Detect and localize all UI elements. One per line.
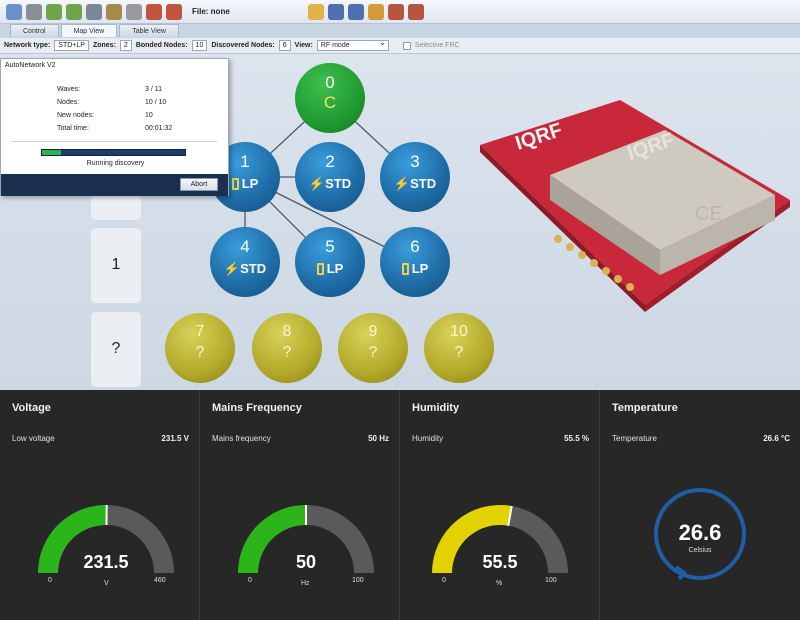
network-node-coordinator[interactable]: 0 C: [295, 63, 365, 133]
node-number: 8: [282, 323, 292, 340]
gauge-max: 100: [545, 577, 557, 584]
gauge-min: 0: [442, 577, 446, 584]
gauge-max: 460: [154, 577, 166, 584]
node-type: ?: [454, 344, 464, 361]
gauge-value: 55.5: [482, 552, 518, 572]
gauge-max: 100: [352, 577, 364, 584]
node-type: ?: [282, 344, 292, 361]
node-number: 0: [325, 73, 335, 92]
dialog-footer: Abort: [1, 174, 228, 196]
network-node[interactable]: 6 LP: [380, 227, 450, 297]
battery-icon: [231, 178, 239, 190]
gauge-unit: Celsius: [688, 547, 712, 554]
ce-mark-icon: CE: [695, 203, 723, 225]
dialog-row-new-nodes: New nodes: 10: [57, 112, 153, 119]
autonetwork-dialog: AutoNetwork V2 Waves: 3 / 11 Nodes: 10 / 1…: [0, 58, 229, 196]
network-node-undiscovered[interactable]: 7 ?: [165, 313, 235, 383]
voltage-gauge: [38, 504, 174, 573]
iqrf-module-image: IQRF IQRF CE: [480, 100, 790, 312]
plug-icon: ⚡: [393, 176, 411, 191]
node-type: ⚡STD: [223, 261, 267, 276]
network-node[interactable]: 3 ⚡STD: [380, 142, 450, 212]
gauge-min: 0: [248, 577, 252, 584]
mains-frequency-card: Mains Frequency Mains frequency 50 Hz 50…: [200, 390, 400, 620]
node-type: ⚡STD: [308, 176, 352, 191]
gauge-min: 0: [48, 577, 52, 584]
iqrf-ide-panel: File: none Control Map View Table View N…: [0, 0, 800, 390]
battery-icon: [316, 263, 324, 275]
dialog-status: Running discovery: [86, 160, 145, 167]
dialog-row-total-time: Total time: 00:01:32: [57, 125, 173, 132]
dialog-row-nodes: Nodes: 10 / 10: [57, 99, 167, 106]
frequency-gauge: [238, 505, 374, 573]
gauge-unit: Hz: [301, 580, 310, 587]
network-node[interactable]: 4 ⚡STD: [210, 227, 280, 297]
network-node[interactable]: 5 LP: [295, 227, 365, 297]
node-number: 4: [240, 237, 250, 256]
discovery-progress-bar: [41, 149, 186, 156]
temperature-card: Temperature Temperature 26.6 °C 26.6 Cel…: [600, 390, 800, 620]
progress-fill: [42, 150, 61, 155]
node-number: 2: [325, 152, 335, 171]
network-node-undiscovered[interactable]: 10 ?: [424, 313, 494, 383]
plug-icon: ⚡: [223, 261, 241, 276]
abort-button[interactable]: Abort: [180, 178, 218, 191]
network-node[interactable]: 2 ⚡STD: [295, 142, 365, 212]
voltage-card: Voltage Low voltage 231.5 V 231.5 V 0 46…: [0, 390, 200, 620]
gauge-value: 50: [295, 552, 317, 572]
node-type: LP: [380, 261, 450, 276]
node-number: 10: [450, 323, 468, 340]
network-node-undiscovered[interactable]: 8 ?: [252, 313, 322, 383]
gauge-value: 26.6: [678, 520, 722, 545]
dialog-title: AutoNetwork V2: [5, 62, 56, 69]
node-number: 7: [195, 323, 205, 340]
dialog-divider: [11, 141, 217, 142]
node-type: ⚡STD: [393, 176, 437, 191]
network-node-undiscovered[interactable]: 9 ?: [338, 313, 408, 383]
gauge-unit: %: [496, 580, 503, 587]
node-type: LP: [295, 261, 365, 276]
node-type: C: [323, 93, 337, 112]
gauge-value: 231.5: [83, 552, 129, 572]
humidity-card: Humidity Humidity 55.5 % 55.5 % 0 100: [400, 390, 600, 620]
node-number: 9: [368, 323, 378, 340]
sensor-dashboard: Voltage Low voltage 231.5 V 231.5 V 0 46…: [0, 390, 800, 620]
gauge-unit: V: [104, 580, 109, 587]
plug-icon: ⚡: [308, 176, 326, 191]
node-type: ?: [195, 344, 205, 361]
dialog-row-waves: Waves: 3 / 11: [57, 86, 162, 93]
node-number: 6: [410, 237, 420, 256]
battery-icon: [401, 263, 409, 275]
node-number: 5: [325, 237, 335, 256]
node-number: 3: [410, 152, 420, 171]
node-type: ?: [368, 344, 378, 361]
temperature-ring-gauge: [654, 488, 746, 581]
